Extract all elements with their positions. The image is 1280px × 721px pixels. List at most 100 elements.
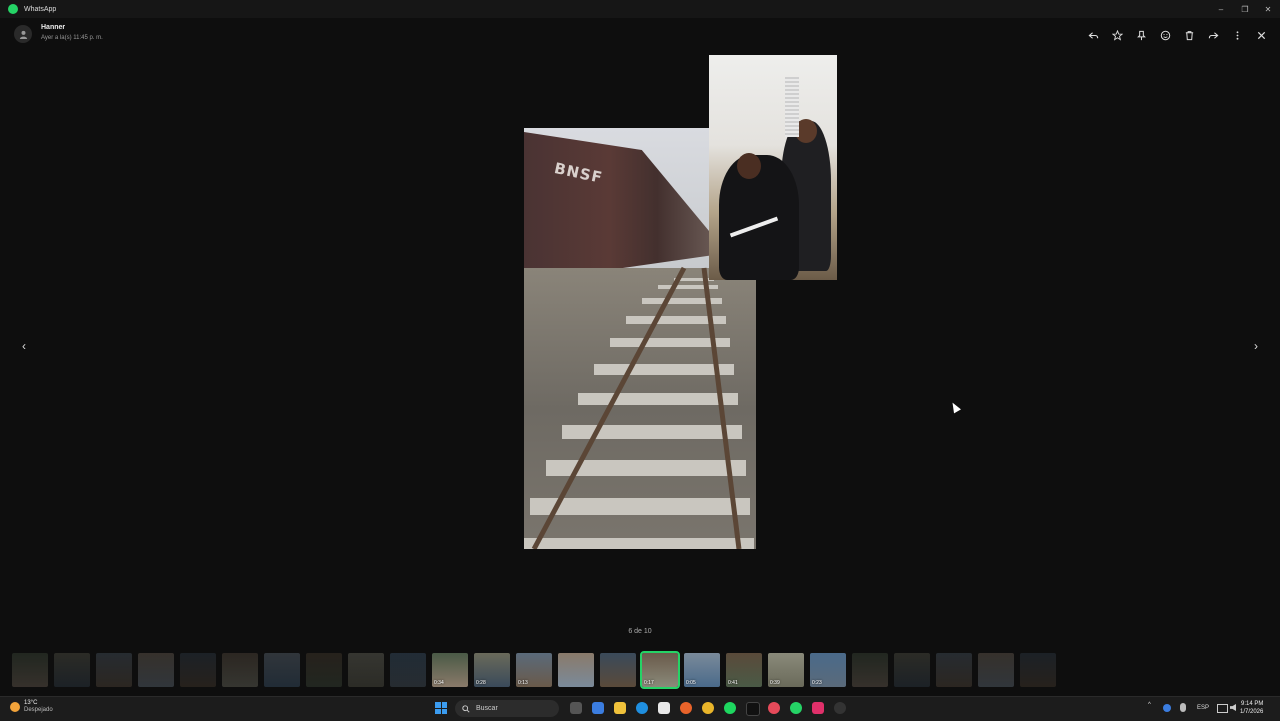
- edge-icon[interactable]: [636, 702, 648, 714]
- thumbnail-duration: 0:39: [770, 680, 780, 686]
- thumbnail[interactable]: [978, 653, 1014, 687]
- reply-button[interactable]: [1084, 26, 1102, 44]
- clock-date: 1/7/2026: [1240, 709, 1264, 715]
- thumbnail-duration: 0:41: [728, 680, 738, 686]
- thumbnail-duration: 0:17: [644, 680, 654, 686]
- react-button[interactable]: [1156, 26, 1174, 44]
- thumbnail[interactable]: [558, 653, 594, 687]
- language-indicator[interactable]: ESP: [1197, 705, 1209, 711]
- rail-line: [701, 267, 742, 549]
- maximize-button[interactable]: ❐: [1233, 0, 1257, 18]
- app-title: WhatsApp: [24, 5, 57, 13]
- thumbnail-duration: 0:23: [812, 680, 822, 686]
- thumbnail-duration: 0:34: [434, 680, 444, 686]
- thumbnail[interactable]: [1020, 653, 1056, 687]
- forward-button[interactable]: [1204, 26, 1222, 44]
- close-icon: [1257, 31, 1265, 39]
- pip-video-overlay[interactable]: [709, 55, 837, 280]
- header-actions: [1084, 26, 1270, 44]
- thumbnail[interactable]: 0:41: [726, 653, 762, 687]
- clock-time: 9:14 PM: [1241, 701, 1264, 707]
- emoji-icon: [1160, 30, 1170, 40]
- system-clock[interactable]: 9:14 PM 1/7/2026: [1240, 700, 1263, 716]
- more-icon: [1236, 30, 1238, 40]
- thumbnail-strip: 0:34 0:28 0:13 0:17 0:05 0:41 0:39 0:23: [0, 651, 1280, 689]
- store-icon[interactable]: [658, 702, 670, 714]
- copilot-icon[interactable]: [592, 702, 604, 714]
- whatsapp-logo-icon: [8, 4, 18, 14]
- thumbnail[interactable]: [390, 653, 426, 687]
- delete-icon: [1185, 30, 1193, 40]
- thumbnail-duration: 0:05: [686, 680, 696, 686]
- next-media-button[interactable]: ›: [1248, 338, 1264, 354]
- thumbnail[interactable]: [348, 653, 384, 687]
- person-left: [719, 155, 799, 280]
- person-left-head: [737, 153, 761, 179]
- star-button[interactable]: [1108, 26, 1126, 44]
- tiktok-app-icon[interactable]: [812, 702, 824, 714]
- tiktok-icon[interactable]: [746, 702, 760, 716]
- whatsapp-taskbar-icon[interactable]: [790, 702, 802, 714]
- thumbnail[interactable]: [936, 653, 972, 687]
- viewer-header: Hanner Ayer a la(s) 11:45 p. m.: [0, 18, 1280, 50]
- more-options-button[interactable]: [1228, 26, 1246, 44]
- thumbnail[interactable]: [852, 653, 888, 687]
- thumbnail[interactable]: [54, 653, 90, 687]
- thumbnail-active[interactable]: 0:17: [640, 651, 680, 689]
- start-button[interactable]: [435, 702, 447, 714]
- spotify-icon[interactable]: [724, 702, 736, 714]
- search-icon: [462, 704, 470, 713]
- rail-line: [531, 266, 687, 549]
- thumbnail[interactable]: [222, 653, 258, 687]
- pin-icon: [1136, 30, 1146, 40]
- delete-button[interactable]: [1180, 26, 1198, 44]
- avatar[interactable]: [14, 25, 32, 43]
- task-view-icon[interactable]: [570, 702, 582, 714]
- reply-icon: [1088, 31, 1098, 39]
- thumbnail[interactable]: 0:23: [810, 653, 846, 687]
- thumbnail[interactable]: [306, 653, 342, 687]
- thumbnail[interactable]: [12, 653, 48, 687]
- taskbar: 13°C Despejado Buscar ^ ESP 9:14 PM 1/7/…: [0, 696, 1280, 721]
- weather-temp: 13°C: [24, 700, 38, 706]
- thumbnail[interactable]: [600, 653, 636, 687]
- weather-widget[interactable]: 13°C Despejado: [10, 700, 53, 714]
- thumbnail-duration: 0:13: [518, 680, 528, 686]
- thumbnail[interactable]: [264, 653, 300, 687]
- thumbnail[interactable]: 0:13: [516, 653, 552, 687]
- thumbnail[interactable]: 0:28: [474, 653, 510, 687]
- forward-icon: [1208, 31, 1218, 39]
- network-icon[interactable]: [1217, 704, 1228, 713]
- chrome-icon[interactable]: [702, 702, 714, 714]
- thumbnail[interactable]: [894, 653, 930, 687]
- media-player-icon[interactable]: [834, 702, 846, 714]
- close-window-button[interactable]: ✕: [1256, 0, 1280, 18]
- microphone-icon[interactable]: [1180, 703, 1186, 712]
- weather-icon: [10, 702, 20, 712]
- onedrive-icon[interactable]: [1163, 704, 1171, 712]
- thumbnail[interactable]: [180, 653, 216, 687]
- person-icon: [19, 30, 27, 39]
- sender-name: Hanner: [41, 24, 66, 31]
- thumbnail-duration: 0:28: [476, 680, 486, 686]
- chrome-profile-icon[interactable]: [768, 702, 780, 714]
- thumbnail[interactable]: 0:05: [684, 653, 720, 687]
- thumbnail[interactable]: 0:34: [432, 653, 468, 687]
- close-viewer-button[interactable]: [1252, 26, 1270, 44]
- media-counter: 6 de 10: [628, 628, 652, 635]
- weather-desc: Despejado: [24, 707, 53, 713]
- pin-button[interactable]: [1132, 26, 1150, 44]
- taskbar-search[interactable]: Buscar: [455, 700, 559, 717]
- file-explorer-icon[interactable]: [614, 702, 626, 714]
- thumbnail[interactable]: [96, 653, 132, 687]
- thumbnail[interactable]: [138, 653, 174, 687]
- tray-chevron-icon[interactable]: ^: [1148, 702, 1151, 708]
- thumbnail[interactable]: 0:39: [768, 653, 804, 687]
- mouse-cursor-icon: [949, 400, 961, 414]
- volume-icon[interactable]: [1230, 704, 1236, 711]
- previous-media-button[interactable]: ‹: [16, 338, 32, 354]
- minimize-button[interactable]: –: [1209, 0, 1233, 18]
- firefox-icon[interactable]: [680, 702, 692, 714]
- star-icon: [1111, 29, 1123, 41]
- message-timestamp: Ayer a la(s) 11:45 p. m.: [41, 35, 103, 41]
